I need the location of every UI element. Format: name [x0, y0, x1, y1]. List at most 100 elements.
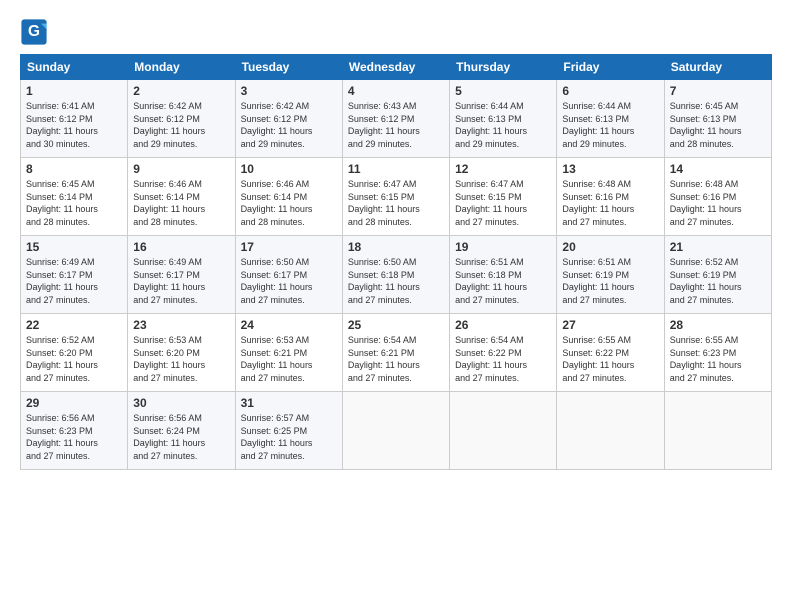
day-info: Sunrise: 6:45 AMSunset: 6:14 PMDaylight:…: [26, 178, 122, 228]
col-header-thursday: Thursday: [450, 55, 557, 80]
calendar-cell: 12 Sunrise: 6:47 AMSunset: 6:15 PMDaylig…: [450, 158, 557, 236]
day-info: Sunrise: 6:45 AMSunset: 6:13 PMDaylight:…: [670, 100, 766, 150]
day-info: Sunrise: 6:54 AMSunset: 6:21 PMDaylight:…: [348, 334, 444, 384]
calendar-cell: 22 Sunrise: 6:52 AMSunset: 6:20 PMDaylig…: [21, 314, 128, 392]
calendar-cell: [342, 392, 449, 470]
day-number: 17: [241, 240, 337, 254]
day-info: Sunrise: 6:51 AMSunset: 6:18 PMDaylight:…: [455, 256, 551, 306]
calendar-cell: 29 Sunrise: 6:56 AMSunset: 6:23 PMDaylig…: [21, 392, 128, 470]
day-number: 14: [670, 162, 766, 176]
day-number: 7: [670, 84, 766, 98]
calendar-cell: 31 Sunrise: 6:57 AMSunset: 6:25 PMDaylig…: [235, 392, 342, 470]
day-number: 10: [241, 162, 337, 176]
day-info: Sunrise: 6:55 AMSunset: 6:22 PMDaylight:…: [562, 334, 658, 384]
col-header-sunday: Sunday: [21, 55, 128, 80]
day-number: 12: [455, 162, 551, 176]
calendar-cell: 13 Sunrise: 6:48 AMSunset: 6:16 PMDaylig…: [557, 158, 664, 236]
day-info: Sunrise: 6:53 AMSunset: 6:20 PMDaylight:…: [133, 334, 229, 384]
calendar-week-1: 1 Sunrise: 6:41 AMSunset: 6:12 PMDayligh…: [21, 80, 772, 158]
calendar-cell: 25 Sunrise: 6:54 AMSunset: 6:21 PMDaylig…: [342, 314, 449, 392]
day-info: Sunrise: 6:47 AMSunset: 6:15 PMDaylight:…: [455, 178, 551, 228]
day-info: Sunrise: 6:43 AMSunset: 6:12 PMDaylight:…: [348, 100, 444, 150]
calendar-cell: 6 Sunrise: 6:44 AMSunset: 6:13 PMDayligh…: [557, 80, 664, 158]
col-header-monday: Monday: [128, 55, 235, 80]
day-number: 5: [455, 84, 551, 98]
svg-text:G: G: [28, 23, 40, 40]
calendar-cell: 19 Sunrise: 6:51 AMSunset: 6:18 PMDaylig…: [450, 236, 557, 314]
col-header-wednesday: Wednesday: [342, 55, 449, 80]
day-number: 23: [133, 318, 229, 332]
calendar-cell: 26 Sunrise: 6:54 AMSunset: 6:22 PMDaylig…: [450, 314, 557, 392]
day-info: Sunrise: 6:46 AMSunset: 6:14 PMDaylight:…: [133, 178, 229, 228]
calendar-cell: 4 Sunrise: 6:43 AMSunset: 6:12 PMDayligh…: [342, 80, 449, 158]
day-number: 1: [26, 84, 122, 98]
logo-icon: G: [20, 18, 48, 46]
day-number: 8: [26, 162, 122, 176]
day-info: Sunrise: 6:44 AMSunset: 6:13 PMDaylight:…: [562, 100, 658, 150]
day-info: Sunrise: 6:50 AMSunset: 6:18 PMDaylight:…: [348, 256, 444, 306]
calendar-cell: 18 Sunrise: 6:50 AMSunset: 6:18 PMDaylig…: [342, 236, 449, 314]
day-info: Sunrise: 6:42 AMSunset: 6:12 PMDaylight:…: [133, 100, 229, 150]
calendar-cell: [664, 392, 771, 470]
day-info: Sunrise: 6:46 AMSunset: 6:14 PMDaylight:…: [241, 178, 337, 228]
calendar-cell: 21 Sunrise: 6:52 AMSunset: 6:19 PMDaylig…: [664, 236, 771, 314]
col-header-friday: Friday: [557, 55, 664, 80]
day-number: 25: [348, 318, 444, 332]
day-info: Sunrise: 6:57 AMSunset: 6:25 PMDaylight:…: [241, 412, 337, 462]
day-info: Sunrise: 6:41 AMSunset: 6:12 PMDaylight:…: [26, 100, 122, 150]
calendar-cell: 16 Sunrise: 6:49 AMSunset: 6:17 PMDaylig…: [128, 236, 235, 314]
day-info: Sunrise: 6:52 AMSunset: 6:20 PMDaylight:…: [26, 334, 122, 384]
day-number: 6: [562, 84, 658, 98]
day-number: 27: [562, 318, 658, 332]
day-number: 9: [133, 162, 229, 176]
calendar-cell: 2 Sunrise: 6:42 AMSunset: 6:12 PMDayligh…: [128, 80, 235, 158]
day-number: 15: [26, 240, 122, 254]
calendar-cell: 20 Sunrise: 6:51 AMSunset: 6:19 PMDaylig…: [557, 236, 664, 314]
day-number: 30: [133, 396, 229, 410]
calendar-cell: 3 Sunrise: 6:42 AMSunset: 6:12 PMDayligh…: [235, 80, 342, 158]
calendar-cell: 5 Sunrise: 6:44 AMSunset: 6:13 PMDayligh…: [450, 80, 557, 158]
col-header-saturday: Saturday: [664, 55, 771, 80]
calendar-cell: 1 Sunrise: 6:41 AMSunset: 6:12 PMDayligh…: [21, 80, 128, 158]
day-info: Sunrise: 6:56 AMSunset: 6:23 PMDaylight:…: [26, 412, 122, 462]
day-number: 21: [670, 240, 766, 254]
calendar-cell: [450, 392, 557, 470]
day-number: 16: [133, 240, 229, 254]
calendar-header-row: SundayMondayTuesdayWednesdayThursdayFrid…: [21, 55, 772, 80]
day-number: 11: [348, 162, 444, 176]
calendar-table: SundayMondayTuesdayWednesdayThursdayFrid…: [20, 54, 772, 470]
day-number: 29: [26, 396, 122, 410]
day-number: 2: [133, 84, 229, 98]
day-number: 20: [562, 240, 658, 254]
day-info: Sunrise: 6:53 AMSunset: 6:21 PMDaylight:…: [241, 334, 337, 384]
calendar-cell: 30 Sunrise: 6:56 AMSunset: 6:24 PMDaylig…: [128, 392, 235, 470]
day-number: 3: [241, 84, 337, 98]
calendar-cell: 7 Sunrise: 6:45 AMSunset: 6:13 PMDayligh…: [664, 80, 771, 158]
day-number: 22: [26, 318, 122, 332]
day-info: Sunrise: 6:47 AMSunset: 6:15 PMDaylight:…: [348, 178, 444, 228]
day-number: 18: [348, 240, 444, 254]
day-number: 24: [241, 318, 337, 332]
calendar-cell: 8 Sunrise: 6:45 AMSunset: 6:14 PMDayligh…: [21, 158, 128, 236]
calendar-cell: 15 Sunrise: 6:49 AMSunset: 6:17 PMDaylig…: [21, 236, 128, 314]
day-info: Sunrise: 6:51 AMSunset: 6:19 PMDaylight:…: [562, 256, 658, 306]
page: G SundayMondayTuesdayWednesdayThursdayFr…: [0, 0, 792, 612]
day-number: 31: [241, 396, 337, 410]
day-info: Sunrise: 6:55 AMSunset: 6:23 PMDaylight:…: [670, 334, 766, 384]
day-info: Sunrise: 6:42 AMSunset: 6:12 PMDaylight:…: [241, 100, 337, 150]
day-info: Sunrise: 6:49 AMSunset: 6:17 PMDaylight:…: [26, 256, 122, 306]
day-number: 19: [455, 240, 551, 254]
calendar-cell: 23 Sunrise: 6:53 AMSunset: 6:20 PMDaylig…: [128, 314, 235, 392]
calendar-week-4: 22 Sunrise: 6:52 AMSunset: 6:20 PMDaylig…: [21, 314, 772, 392]
day-info: Sunrise: 6:48 AMSunset: 6:16 PMDaylight:…: [670, 178, 766, 228]
calendar-cell: [557, 392, 664, 470]
day-info: Sunrise: 6:48 AMSunset: 6:16 PMDaylight:…: [562, 178, 658, 228]
day-info: Sunrise: 6:49 AMSunset: 6:17 PMDaylight:…: [133, 256, 229, 306]
calendar-cell: 28 Sunrise: 6:55 AMSunset: 6:23 PMDaylig…: [664, 314, 771, 392]
day-info: Sunrise: 6:56 AMSunset: 6:24 PMDaylight:…: [133, 412, 229, 462]
calendar-cell: 10 Sunrise: 6:46 AMSunset: 6:14 PMDaylig…: [235, 158, 342, 236]
calendar-week-2: 8 Sunrise: 6:45 AMSunset: 6:14 PMDayligh…: [21, 158, 772, 236]
calendar-cell: 27 Sunrise: 6:55 AMSunset: 6:22 PMDaylig…: [557, 314, 664, 392]
day-info: Sunrise: 6:52 AMSunset: 6:19 PMDaylight:…: [670, 256, 766, 306]
calendar-cell: 11 Sunrise: 6:47 AMSunset: 6:15 PMDaylig…: [342, 158, 449, 236]
